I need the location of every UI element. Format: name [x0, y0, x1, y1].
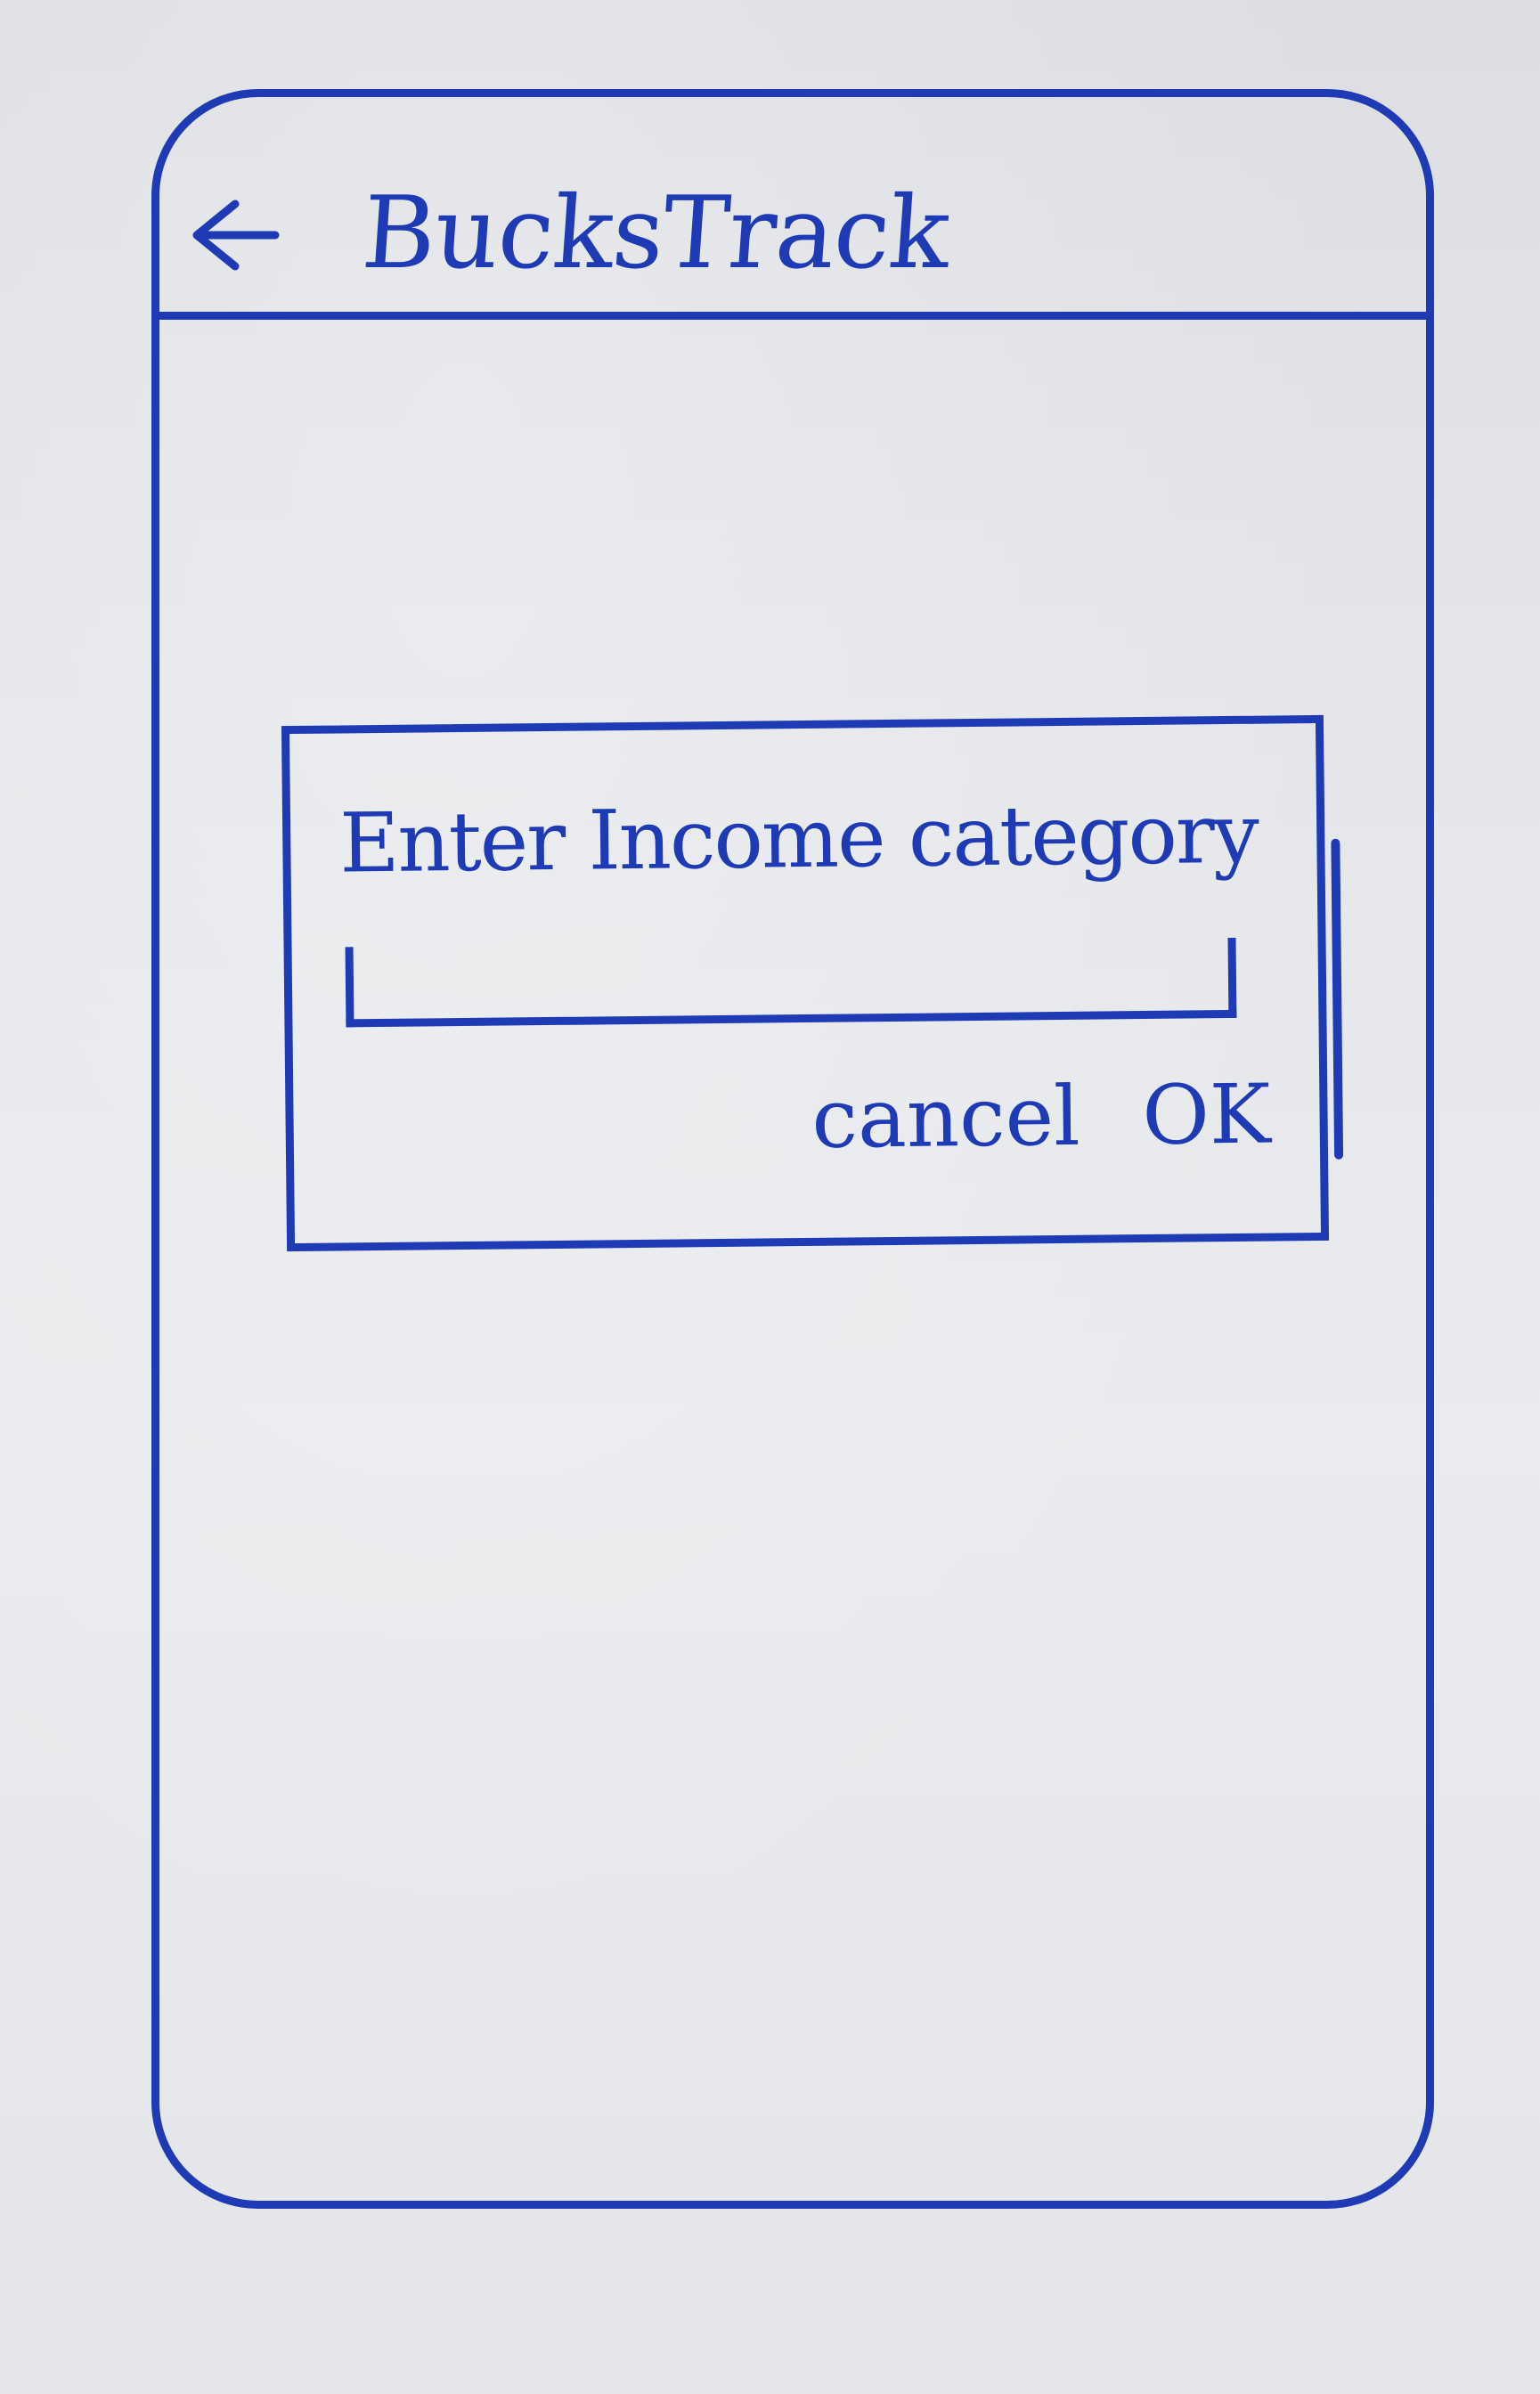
- income-category-dialog: Enter Income category cancel OK: [281, 714, 1344, 1252]
- app-title: BucksTrack: [358, 175, 953, 291]
- dialog-actions: cancel OK: [811, 1067, 1271, 1167]
- ok-button[interactable]: OK: [1142, 1067, 1271, 1164]
- dialog-shadow-edge: [1331, 838, 1344, 1160]
- cancel-button[interactable]: cancel: [811, 1069, 1080, 1167]
- phone-frame: BucksTrack Enter Income category cancel …: [151, 89, 1434, 2209]
- arrow-left-icon[interactable]: [186, 186, 284, 284]
- dialog-title: Enter Income category: [338, 786, 1259, 892]
- app-bar: BucksTrack: [159, 97, 1426, 320]
- category-input[interactable]: [345, 937, 1237, 1028]
